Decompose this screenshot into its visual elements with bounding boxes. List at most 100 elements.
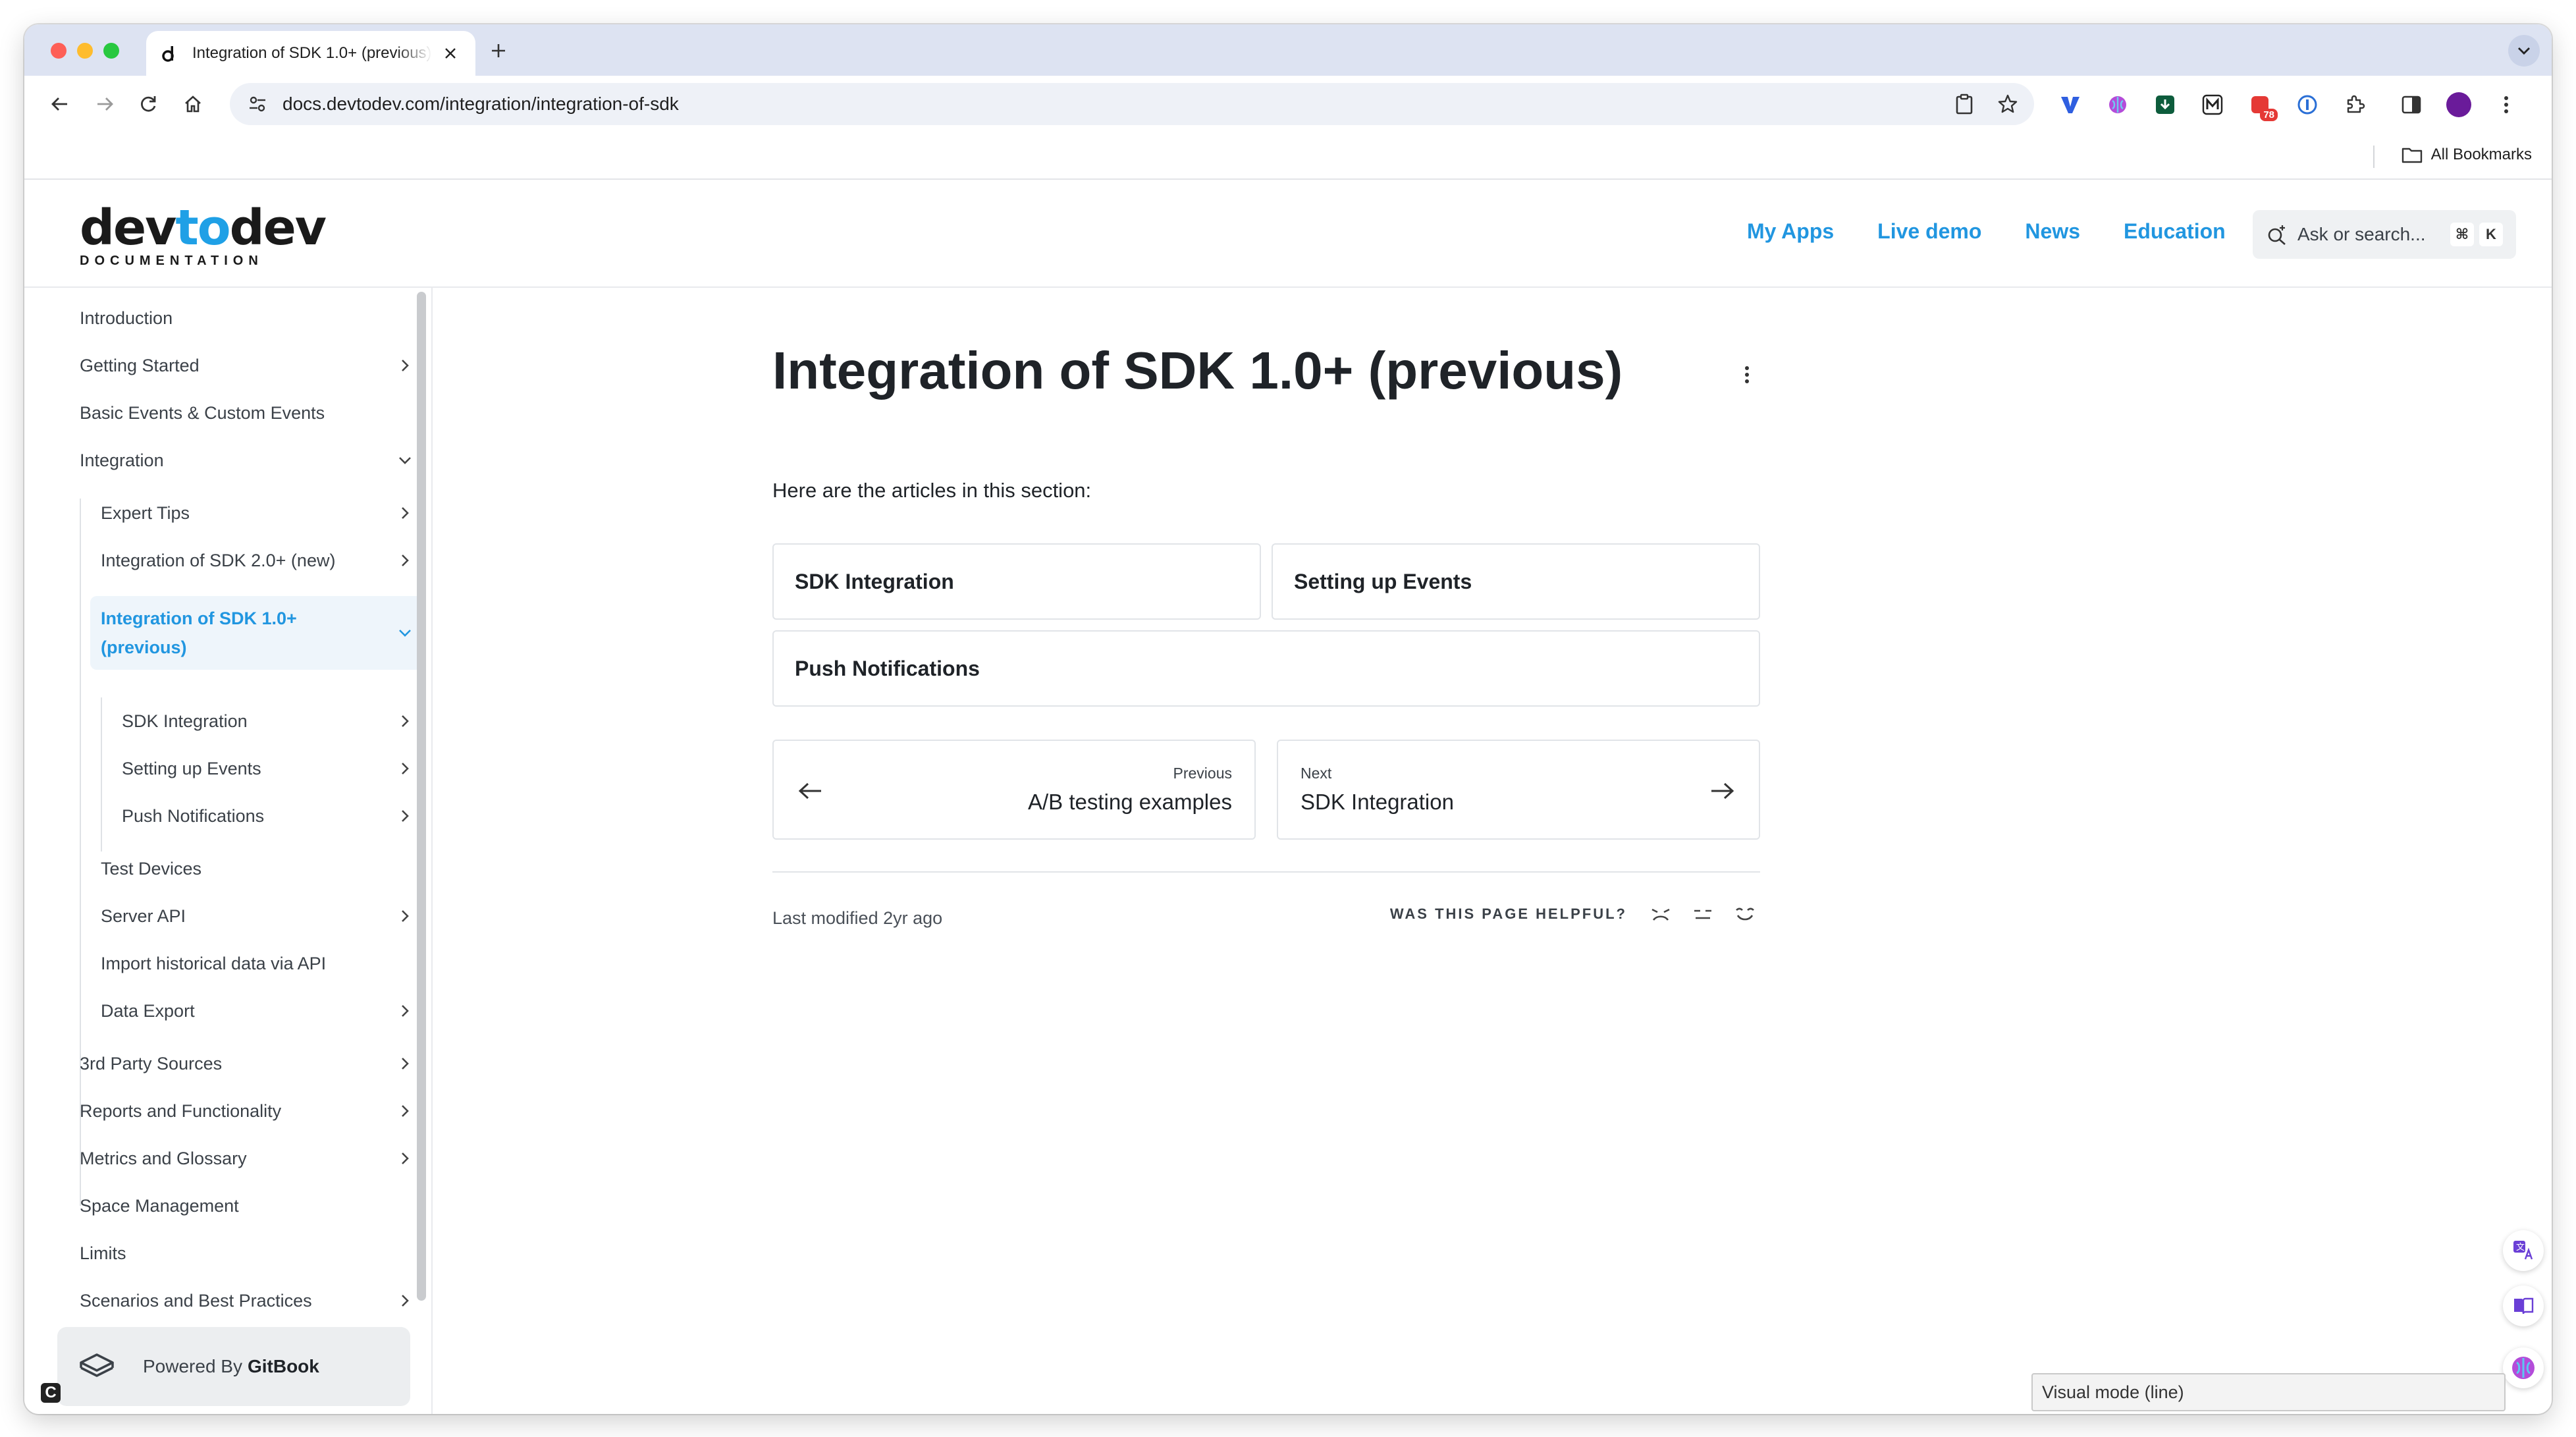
corner-c-icon[interactable]: C xyxy=(41,1383,61,1403)
sidebar-item-basic-events[interactable]: Basic Events & Custom Events xyxy=(80,392,426,434)
maximize-window-button[interactable] xyxy=(103,43,119,59)
sidebar-item-metrics[interactable]: Metrics and Glossary xyxy=(80,1137,426,1179)
folder-icon xyxy=(2401,146,2423,164)
puzzle-extensions-icon[interactable] xyxy=(2337,87,2373,122)
vimeo-v-extension-icon[interactable] xyxy=(2053,87,2088,122)
ai-brain-icon[interactable] xyxy=(2503,1347,2544,1388)
last-modified: Last modified 2yr ago xyxy=(772,908,943,928)
chevron-right-icon xyxy=(393,501,417,525)
sidebar-item-setting-up-events[interactable]: Setting up Events xyxy=(122,747,426,790)
svg-text:文: 文 xyxy=(2516,1243,2525,1253)
sad-face-icon[interactable] xyxy=(1646,899,1676,929)
all-bookmarks-button[interactable]: All Bookmarks xyxy=(2401,146,2532,164)
sidebar-item-test-devices[interactable]: Test Devices xyxy=(101,848,426,890)
arrow-left-icon xyxy=(795,775,826,807)
nav-news[interactable]: News xyxy=(2025,219,2080,244)
card-setting-up-events[interactable]: Setting up Events xyxy=(1272,543,1760,620)
translate-widget-icon[interactable]: 文 xyxy=(2503,1230,2544,1271)
active-tab[interactable]: Integration of SDK 1.0+ (previous) xyxy=(146,31,475,76)
sidebar-item-scenarios[interactable]: Scenarios and Best Practices xyxy=(80,1280,426,1322)
web-page: devtodev DOCUMENTATION My Apps Live demo… xyxy=(24,181,2552,1414)
intro-text: Here are the articles in this section: xyxy=(772,479,1092,502)
sidebar-item-label: Space Management xyxy=(80,1195,239,1216)
happy-face-icon[interactable] xyxy=(1730,899,1760,929)
red-extension-icon[interactable]: 78 xyxy=(2242,87,2278,122)
sidebar-item-label: Getting Started xyxy=(80,355,200,375)
visual-mode-status: Visual mode (line) xyxy=(2031,1373,2506,1411)
sidebar-item-space-management[interactable]: Space Management xyxy=(80,1185,426,1227)
chevron-right-icon xyxy=(393,1289,417,1313)
previous-label: Previous xyxy=(1173,765,1232,782)
sidebar-item-data-export[interactable]: Data Export xyxy=(101,990,426,1032)
forward-button[interactable] xyxy=(88,87,122,121)
next-page-link[interactable]: Next SDK Integration xyxy=(1277,740,1760,840)
sidebar-item-label: Push Notifications xyxy=(122,805,265,826)
sidebar-item-server-api[interactable]: Server API xyxy=(101,895,426,937)
side-panel-icon[interactable] xyxy=(2394,87,2429,122)
sidebar-scrollbar[interactable] xyxy=(417,292,426,1301)
clipboard-icon[interactable] xyxy=(1950,90,1979,119)
reload-button[interactable] xyxy=(131,87,165,121)
new-tab-button[interactable] xyxy=(485,38,512,64)
powered-by-gitbook[interactable]: Powered By GitBook xyxy=(57,1327,410,1406)
browser-menu-icon[interactable] xyxy=(2488,87,2524,122)
previous-page-link[interactable]: Previous A/B testing examples xyxy=(772,740,1256,840)
back-button[interactable] xyxy=(43,87,77,121)
minimize-window-button[interactable] xyxy=(77,43,93,59)
m-extension-icon[interactable] xyxy=(2195,87,2230,122)
bookmarks-bar: All Bookmarks xyxy=(24,132,2552,180)
more-options-icon[interactable] xyxy=(1734,362,1760,388)
sidebar-item-introduction[interactable]: Introduction xyxy=(80,297,426,339)
nav-live-demo[interactable]: Live demo xyxy=(1877,219,1981,244)
profile-avatar[interactable] xyxy=(2441,87,2477,122)
sidebar-item-limits[interactable]: Limits xyxy=(80,1232,426,1274)
sidebar-item-push-notifications[interactable]: Push Notifications xyxy=(122,795,426,837)
devtodev-logo[interactable]: devtodev DOCUMENTATION xyxy=(80,203,327,269)
sidebar-item-sdk-2[interactable]: Integration of SDK 2.0+ (new) xyxy=(101,539,426,582)
sidebar-item-integration[interactable]: Integration xyxy=(80,439,426,481)
green-square-extension-icon[interactable] xyxy=(2147,87,2183,122)
tab-search-button[interactable] xyxy=(2508,35,2540,67)
sidebar-item-label: Integration xyxy=(80,450,164,470)
sidebar-item-reports[interactable]: Reports and Functionality xyxy=(80,1090,426,1132)
close-tab-icon[interactable] xyxy=(439,41,462,65)
search-sparkle-icon xyxy=(2266,223,2288,246)
bookmark-star-icon[interactable] xyxy=(1993,90,2022,119)
chevron-right-icon xyxy=(393,1147,417,1170)
all-bookmarks-label: All Bookmarks xyxy=(2430,146,2532,163)
close-window-button[interactable] xyxy=(51,43,67,59)
sidebar-item-getting-started[interactable]: Getting Started xyxy=(80,344,426,387)
nav-my-apps[interactable]: My Apps xyxy=(1747,219,1834,244)
neutral-face-icon[interactable] xyxy=(1688,899,1718,929)
password-manager-icon[interactable] xyxy=(2290,87,2325,122)
sidebar-item-sdk-integration[interactable]: SDK Integration xyxy=(122,700,426,742)
extensions-row: 78 xyxy=(2053,87,2524,122)
sidebar-item-label: Setting up Events xyxy=(122,758,261,778)
sidebar-item-sdk-1-active[interactable]: Integration of SDK 1.0+ (previous) xyxy=(90,596,426,670)
home-button[interactable] xyxy=(176,87,210,121)
sidebar-item-expert-tips[interactable]: Expert Tips xyxy=(101,492,426,534)
reader-book-icon[interactable] xyxy=(2503,1286,2544,1326)
nested-guide-line-2 xyxy=(101,697,102,852)
powered-by-label: Powered By xyxy=(143,1356,242,1376)
sidebar-item-label: Reports and Functionality xyxy=(80,1100,282,1121)
card-title: SDK Integration xyxy=(795,569,954,593)
browser-window: Integration of SDK 1.0+ (previous) docs.… xyxy=(24,24,2552,1414)
sidebar-item-label: Integration of SDK 2.0+ (new) xyxy=(101,550,336,570)
bookmarks-separator xyxy=(2373,146,2375,168)
sidebar-item-label: Expert Tips xyxy=(101,502,190,523)
sidebar-item-label: Test Devices xyxy=(101,858,202,879)
card-sdk-integration[interactable]: SDK Integration xyxy=(772,543,1261,620)
sidebar-item-label: Limits xyxy=(80,1243,126,1263)
brain-extension-icon[interactable] xyxy=(2100,87,2135,122)
chevron-right-icon xyxy=(393,354,417,377)
search-input[interactable]: Ask or search... ⌘ K xyxy=(2253,210,2516,259)
address-bar[interactable]: docs.devtodev.com/integration/integratio… xyxy=(230,83,2034,125)
sidebar-item-import-historical[interactable]: Import historical data via API xyxy=(101,942,426,985)
nav-education[interactable]: Education xyxy=(2124,219,2226,244)
site-settings-icon[interactable] xyxy=(238,83,277,125)
sidebar-item-label: 3rd Party Sources xyxy=(80,1053,223,1073)
sidebar-item-3rd-party[interactable]: 3rd Party Sources xyxy=(80,1043,426,1085)
card-push-notifications[interactable]: Push Notifications xyxy=(772,630,1760,707)
k-key: K xyxy=(2479,223,2503,246)
